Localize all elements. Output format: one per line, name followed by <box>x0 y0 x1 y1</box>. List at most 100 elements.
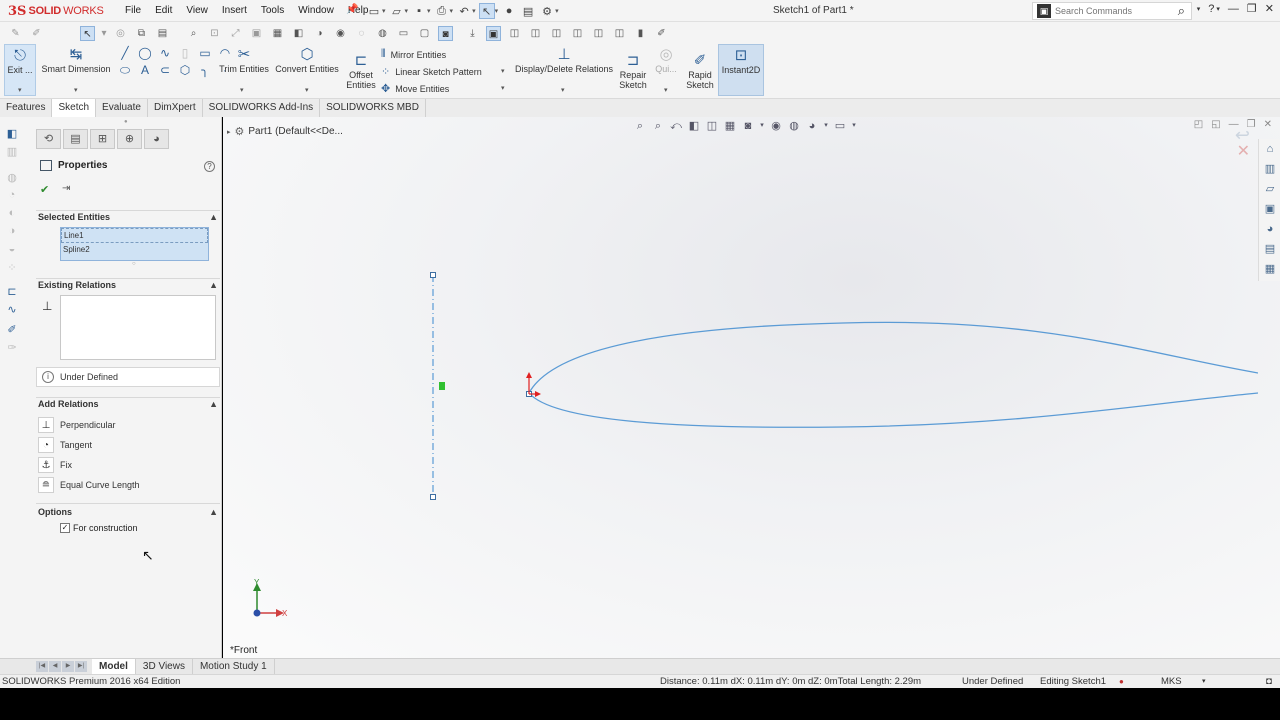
minimize-icon[interactable]: — <box>1228 3 1239 15</box>
shortcut-icon[interactable]: ⁘ <box>5 261 19 275</box>
display-style-icon[interactable]: ◑ <box>312 26 327 41</box>
search-icon[interactable]: ⌕ <box>1178 3 1185 19</box>
ok-checkmark-icon[interactable]: ✔ <box>40 183 49 196</box>
mirror-entities-button[interactable]: ⫴ Mirror Entities <box>381 48 446 61</box>
print-icon[interactable]: ⎙ <box>434 3 450 19</box>
first-tab-icon[interactable]: |◀ <box>36 661 48 672</box>
tooltip-icon[interactable]: ◘ <box>1266 675 1272 688</box>
move-entities-button[interactable]: ✥ Move Entities <box>381 82 449 95</box>
text-icon[interactable]: A <box>138 63 152 77</box>
file-explorer-icon[interactable]: ▱ <box>1259 179 1280 199</box>
shaded-icon[interactable]: ◙ <box>438 25 453 41</box>
line-endpoint[interactable] <box>430 494 436 500</box>
open-folder-icon[interactable]: ▱ <box>389 3 405 19</box>
shaded-box-icon[interactable]: ▮ <box>633 26 648 41</box>
section-view-icon[interactable]: ◧ <box>291 26 306 41</box>
custom-properties-icon[interactable]: ▤ <box>1259 239 1280 259</box>
spline-handle-arrow[interactable] <box>535 391 541 397</box>
fillet-icon[interactable]: ╮ <box>198 63 212 77</box>
dimxpert-manager-tab-icon[interactable]: ⊕ <box>117 129 142 149</box>
mode-icon[interactable]: ▣ <box>486 25 501 41</box>
tab-features[interactable]: Features <box>0 99 53 117</box>
view-orientation-icon[interactable]: ◧ <box>5 127 19 141</box>
view-palette-icon[interactable]: ▣ <box>1259 199 1280 219</box>
cube-front-icon[interactable]: ◫ <box>507 26 522 41</box>
design-library-icon[interactable]: ▥ <box>1259 159 1280 179</box>
search-dropdown-icon[interactable]: ▾ <box>1197 5 1201 13</box>
cube-dimetric-icon[interactable]: ◫ <box>612 26 627 41</box>
copy-icon[interactable]: ⧉ <box>134 26 149 41</box>
zoom-fit-icon[interactable]: ⌕ <box>186 26 201 41</box>
print-dropdown-icon[interactable]: ▾ <box>450 7 454 15</box>
save-dropdown-icon[interactable]: ▾ <box>427 7 431 15</box>
ellipse-icon[interactable]: ⬭ <box>118 63 132 77</box>
dropdown-icon[interactable]: ▾ <box>101 26 107 41</box>
new-dropdown-icon[interactable]: ▾ <box>382 7 386 15</box>
sketch-geometry[interactable]: Y X <box>223 117 1258 658</box>
hide-show-icon[interactable]: ◉ <box>333 26 348 41</box>
help-dropdown-icon[interactable]: ▾ <box>1216 5 1220 13</box>
menu-view[interactable]: View <box>179 0 215 22</box>
view-cube-icon[interactable]: ▦ <box>270 26 285 41</box>
selected-entities-list[interactable]: Line1 Spline2 <box>60 227 209 261</box>
options-gear-icon[interactable]: ⚙ <box>539 3 555 19</box>
property-manager-tab-icon[interactable]: ▤ <box>63 129 88 149</box>
menu-file[interactable]: File <box>118 0 148 22</box>
options-header[interactable]: Options ▲ <box>38 507 218 521</box>
restore-icon[interactable]: ❐ <box>1247 2 1257 15</box>
quick-snaps-button[interactable]: ◎ Qui... <box>652 44 680 74</box>
for-construction-option[interactable]: ✓ For construction <box>60 523 138 533</box>
graphics-area[interactable]: ▸ ⚙ Part1 (Default<<De... ⌕ ⌕ ⤺ ◧ ◫ ▦ ◙ … <box>223 117 1280 658</box>
pushpin-icon[interactable]: ⇥ <box>62 183 70 194</box>
spline-handle-arrow[interactable] <box>526 372 532 378</box>
fix-relation-button[interactable]: ⚓ Fix <box>38 457 72 473</box>
menu-tools[interactable]: Tools <box>254 0 291 22</box>
search-commands-input[interactable] <box>1055 6 1165 16</box>
solidworks-resources-icon[interactable]: ⌂ <box>1259 139 1280 159</box>
trim-dropdown-icon[interactable]: ▾ <box>240 86 244 94</box>
appearance-icon[interactable]: ◍ <box>375 26 390 41</box>
search-mode-icon[interactable]: ▣ <box>1037 4 1051 18</box>
equal-curve-length-button[interactable]: ≘ Equal Curve Length <box>38 477 140 493</box>
smart-dimension-dropdown-icon[interactable]: ▾ <box>74 86 78 94</box>
next-tab-icon[interactable]: ▶ <box>62 661 74 672</box>
line-icon[interactable]: ╱ <box>118 46 132 60</box>
forum-icon[interactable]: ▦ <box>1259 259 1280 279</box>
save-icon[interactable]: ▪ <box>411 3 427 19</box>
select-pointer-icon[interactable]: ↖ <box>478 3 495 19</box>
menu-window[interactable]: Window <box>291 0 341 22</box>
for-construction-checkbox[interactable]: ✓ <box>60 523 70 533</box>
display-manager-tab-icon[interactable]: ◕ <box>144 129 169 149</box>
feature-manager-tab-icon[interactable]: ⟲ <box>36 129 61 149</box>
existing-relations-header[interactable]: Existing Relations ▲ <box>38 280 218 294</box>
cube-top-icon[interactable]: ◫ <box>528 26 543 41</box>
tab-solidworks-add-ins[interactable]: SOLIDWORKS Add-Ins <box>203 99 321 117</box>
unit-system-selector[interactable]: MKS <box>1161 675 1182 688</box>
tab-evaluate[interactable]: Evaluate <box>96 99 148 117</box>
view-settings-icon[interactable]: ▢ <box>417 26 432 41</box>
rectangle-icon[interactable]: ▭ <box>198 46 212 60</box>
convert-entities-button[interactable]: ⬡ Convert Entities <box>274 44 340 74</box>
rebuild-indicator-icon[interactable]: ● <box>1119 675 1124 688</box>
tab-dimxpert[interactable]: DimXpert <box>148 99 203 117</box>
tab-sketch[interactable]: Sketch <box>52 99 97 117</box>
list-resize-handle[interactable]: ○ <box>132 261 136 267</box>
list-item[interactable]: Spline2 <box>61 243 208 256</box>
help-button[interactable]: ? <box>1208 3 1214 15</box>
relations-dropdown-icon[interactable]: ▾ <box>561 86 565 94</box>
sketch-icon[interactable]: ✎ <box>8 26 23 41</box>
perpendicular-relation-button[interactable]: ⊥ Perpendicular <box>38 417 116 433</box>
menu-edit[interactable]: Edit <box>148 0 179 22</box>
last-tab-icon[interactable]: ▶| <box>75 661 87 672</box>
trim-entities-button[interactable]: ✂ Trim Entities <box>217 44 271 74</box>
new-document-icon[interactable]: ▭ <box>366 3 382 19</box>
cube-iso-icon[interactable]: ◫ <box>570 26 585 41</box>
polygon-icon[interactable]: ⬡ <box>178 63 192 77</box>
solidworks-logo[interactable]: 3S SOLID WORKS <box>8 3 104 19</box>
menu-insert[interactable]: Insert <box>215 0 254 22</box>
search-commands-box[interactable]: ▣ ⌕ <box>1032 2 1192 20</box>
unit-dropdown-icon[interactable]: ▾ <box>1202 675 1206 688</box>
convert-dropdown-icon[interactable]: ▾ <box>305 86 309 94</box>
smart-dimension-button[interactable]: ↹ Smart Dimension <box>40 44 112 74</box>
circle-icon[interactable]: ◯ <box>138 46 152 60</box>
